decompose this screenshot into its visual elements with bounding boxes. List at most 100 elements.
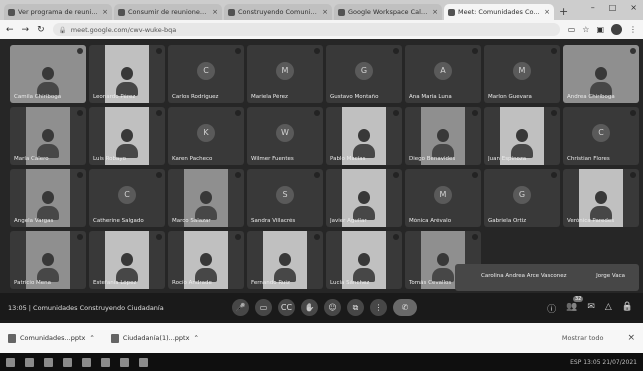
participant-tile[interactable]: M Marlon Guevara [484, 45, 560, 103]
reactions-button[interactable]: ☺ [324, 299, 341, 316]
participant-tile[interactable]: C Christian Flores [563, 107, 639, 165]
close-downloads-icon[interactable]: × [627, 333, 635, 343]
browser-tab[interactable]: Google Workspace Calendar× [334, 4, 442, 20]
download-item[interactable]: Ciudadanía(1)...pptx ⌃ [110, 333, 199, 343]
more-options-button[interactable]: ⋮ [370, 299, 387, 316]
close-tab-icon[interactable]: × [212, 8, 218, 16]
people-icon[interactable]: 👥 [566, 296, 584, 315]
muted-mic-icon [393, 172, 399, 178]
browser-tab[interactable]: Ver programa de reunión × [4, 4, 112, 20]
browser-tab[interactable]: Construyendo Comunidades× [224, 4, 332, 20]
participant-tile[interactable]: K Karen Pacheco [168, 107, 244, 165]
microphone-button[interactable]: 🎤 [232, 299, 249, 316]
chevron-up-icon[interactable]: ⌃ [89, 334, 94, 342]
activities-icon[interactable]: △ [605, 302, 612, 315]
camera-button[interactable]: ▭ [255, 299, 272, 316]
participant-tile[interactable]: G Gustavo Montaño [326, 45, 402, 103]
download-filename: Comunidades...pptx [20, 334, 86, 342]
word-icon[interactable] [101, 357, 110, 367]
downloads-bar: Comunidades...pptx ⌃ Ciudadanía(1)...pptx… [0, 323, 643, 353]
participant-name: Mónica Arévalo [409, 218, 452, 224]
participant-tile[interactable]: Javier Aguilar [326, 169, 402, 227]
file-explorer-icon[interactable] [63, 357, 72, 367]
profile-avatar[interactable] [611, 24, 622, 35]
chevron-up-icon[interactable]: ⌃ [193, 334, 198, 342]
present-screen-button[interactable]: ⧉ [347, 299, 364, 316]
meeting-info-icon[interactable]: ⓘ [547, 302, 556, 315]
participant-tile[interactable]: Fernando Ruiz [247, 231, 323, 289]
participant-name: Wilmer Fuentes [251, 156, 294, 162]
participant-tile[interactable]: Verónica Paredes [563, 169, 639, 227]
participant-tile[interactable]: Diego Benavides [405, 107, 481, 165]
participant-tile[interactable]: Ángela Vargas [10, 169, 86, 227]
back-icon[interactable]: ← [6, 25, 14, 35]
close-window-icon[interactable]: × [630, 3, 637, 12]
close-tab-icon[interactable]: × [432, 8, 438, 16]
participant-tile[interactable]: M Mariela Pérez [247, 45, 323, 103]
participant-tile[interactable]: G Gabriela Ortiz [484, 169, 560, 227]
participant-tile[interactable]: S Sandra Villacrés [247, 169, 323, 227]
participant-silhouette [511, 129, 533, 159]
participant-avatar: S [276, 185, 294, 204]
participant-tile[interactable]: María Calero [10, 107, 86, 165]
address-bar-actions: ▭ ☆ ▣ ⋮ [568, 24, 637, 35]
participant-name: Marlon Guevara [488, 94, 532, 100]
maximize-icon[interactable]: □ [609, 3, 617, 12]
muted-mic-icon [156, 110, 162, 116]
raise-hand-button[interactable]: ✋ [301, 299, 318, 316]
participant-tile[interactable]: Lucía Sánchez [326, 231, 402, 289]
url-bar[interactable]: 🔒 meet.google.com/cwv-wuke-bqa [52, 23, 560, 36]
new-tab-icon[interactable]: + [559, 5, 568, 18]
participant-tile[interactable]: M Mónica Arévalo [405, 169, 481, 227]
leave-call-button[interactable]: ✆ [393, 299, 417, 316]
close-tab-icon[interactable]: × [102, 8, 108, 16]
muted-mic-icon [393, 110, 399, 116]
participant-tile[interactable]: C Catherine Salgado [89, 169, 165, 227]
participant-tile[interactable]: Juan Espinoza [484, 107, 560, 165]
forward-icon[interactable]: → [22, 25, 30, 35]
download-item[interactable]: Comunidades...pptx ⌃ [8, 333, 95, 343]
close-tab-icon[interactable]: × [322, 8, 328, 16]
meet-favicon-icon [448, 8, 455, 16]
browser-menu-icon[interactable]: ⋮ [629, 25, 637, 34]
participant-name: Fernando Ruiz [251, 280, 290, 286]
participant-tile[interactable]: Luis Robayo [89, 107, 165, 165]
participant-tile[interactable]: Pablo Macías [326, 107, 402, 165]
minimize-icon[interactable]: – [591, 3, 595, 12]
close-tab-icon[interactable]: × [544, 8, 550, 16]
participant-tile[interactable]: Estefanía López [89, 231, 165, 289]
participant-tile[interactable]: A Ana María Luna [405, 45, 481, 103]
participant-avatar: G [513, 185, 531, 204]
muted-mic-icon [551, 172, 557, 178]
participant-tile[interactable]: Patricio Mena [10, 231, 86, 289]
excel-icon[interactable] [139, 357, 148, 367]
participant-tile[interactable]: Camila Chiriboga [10, 45, 86, 103]
captions-button[interactable]: CC [278, 299, 295, 316]
participant-tile[interactable]: Andrea Chiriboga [563, 45, 639, 103]
chat-icon[interactable]: ✉ [587, 302, 595, 315]
extensions-icon[interactable]: ▣ [596, 25, 604, 34]
powerpoint-icon[interactable] [120, 357, 129, 367]
participant-tile[interactable]: Marco Salazar [168, 169, 244, 227]
participant-name: Estefanía López [93, 280, 137, 286]
participant-tile[interactable]: Leonardo Pérez [89, 45, 165, 103]
chrome-icon[interactable] [82, 357, 91, 367]
bookmark-star-icon[interactable]: ☆ [582, 25, 589, 34]
host-controls-icon[interactable]: 🔒 [622, 302, 633, 315]
browser-tab-active[interactable]: Meet: Comunidades Co... × [444, 4, 554, 20]
muted-mic-icon [235, 48, 241, 54]
participant-tile-wide[interactable]: Carolina Andrea Arce Vasconez Jorge Vaca [455, 264, 639, 291]
task-view-icon[interactable] [44, 357, 53, 367]
search-icon[interactable] [25, 357, 34, 367]
participant-tile[interactable]: Rocío Andrade [168, 231, 244, 289]
show-all-downloads-link[interactable]: Mostrar todo [562, 334, 604, 342]
participant-avatar: M [276, 61, 294, 80]
participant-tile[interactable]: C Carlos Rodríguez [168, 45, 244, 103]
start-icon[interactable] [6, 357, 15, 367]
browser-tab[interactable]: Consumir de reuniones - Correo× [114, 4, 222, 20]
participant-name: Karen Pacheco [172, 156, 213, 162]
participant-tile[interactable]: W Wilmer Fuentes [247, 107, 323, 165]
camera-permission-icon[interactable]: ▭ [568, 25, 576, 34]
tab-favicon-icon [228, 8, 235, 16]
reload-icon[interactable]: ↻ [37, 25, 45, 35]
